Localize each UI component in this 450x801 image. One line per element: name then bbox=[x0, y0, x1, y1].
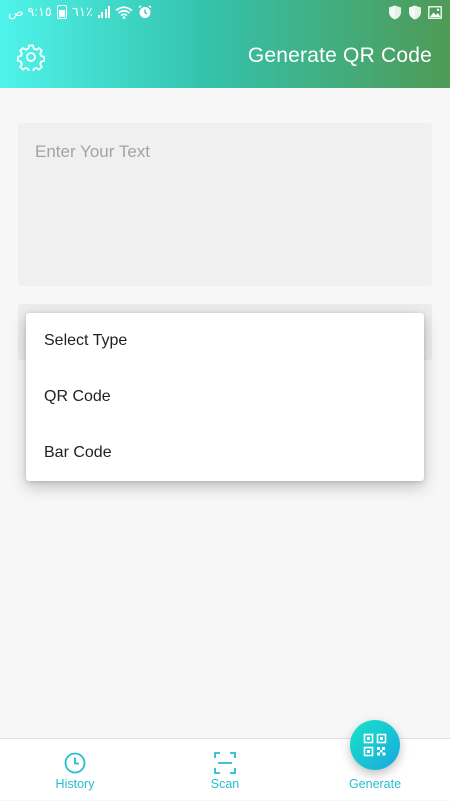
battery-icon bbox=[56, 5, 67, 19]
type-dropdown-menu: Select Type QR Code Bar Code bbox=[26, 313, 424, 481]
dropdown-item-bar-code[interactable]: Bar Code bbox=[26, 425, 424, 481]
generate-fab-button[interactable] bbox=[350, 720, 400, 770]
nav-label-history: History bbox=[55, 777, 95, 791]
nav-label-generate: Generate bbox=[348, 777, 402, 791]
gear-icon[interactable] bbox=[17, 43, 45, 71]
cell-signal-icon bbox=[97, 6, 111, 18]
nav-label-scan: Scan bbox=[210, 777, 240, 791]
text-input[interactable]: Enter Your Text bbox=[18, 123, 432, 286]
text-input-placeholder: Enter Your Text bbox=[35, 142, 150, 161]
scan-frame-icon bbox=[214, 752, 236, 774]
nav-item-scan[interactable]: Scan bbox=[150, 739, 300, 801]
qr-code-icon bbox=[363, 733, 387, 757]
battery-text: ٦١٪ bbox=[71, 4, 93, 19]
clock-text: ٩:١٥ ص bbox=[8, 4, 52, 19]
image-icon bbox=[428, 6, 442, 19]
shield-icon bbox=[409, 5, 421, 20]
status-left: ٩:١٥ ص ٦١٪ bbox=[8, 4, 152, 20]
nav-item-history[interactable]: History bbox=[0, 739, 150, 801]
alarm-icon bbox=[138, 5, 152, 18]
shield-icon bbox=[389, 5, 401, 20]
clock-icon bbox=[64, 752, 86, 774]
wifi-icon bbox=[115, 5, 133, 19]
page-title: Generate QR Code bbox=[247, 44, 432, 67]
dropdown-item-select-type[interactable]: Select Type bbox=[26, 313, 424, 369]
status-right bbox=[388, 5, 442, 20]
status-bar: ٩:١٥ ص ٦١٪ bbox=[0, 0, 450, 26]
dropdown-item-qr-code[interactable]: QR Code bbox=[26, 369, 424, 425]
app-header: ٩:١٥ ص ٦١٪ Generate QR Code bbox=[0, 0, 450, 88]
